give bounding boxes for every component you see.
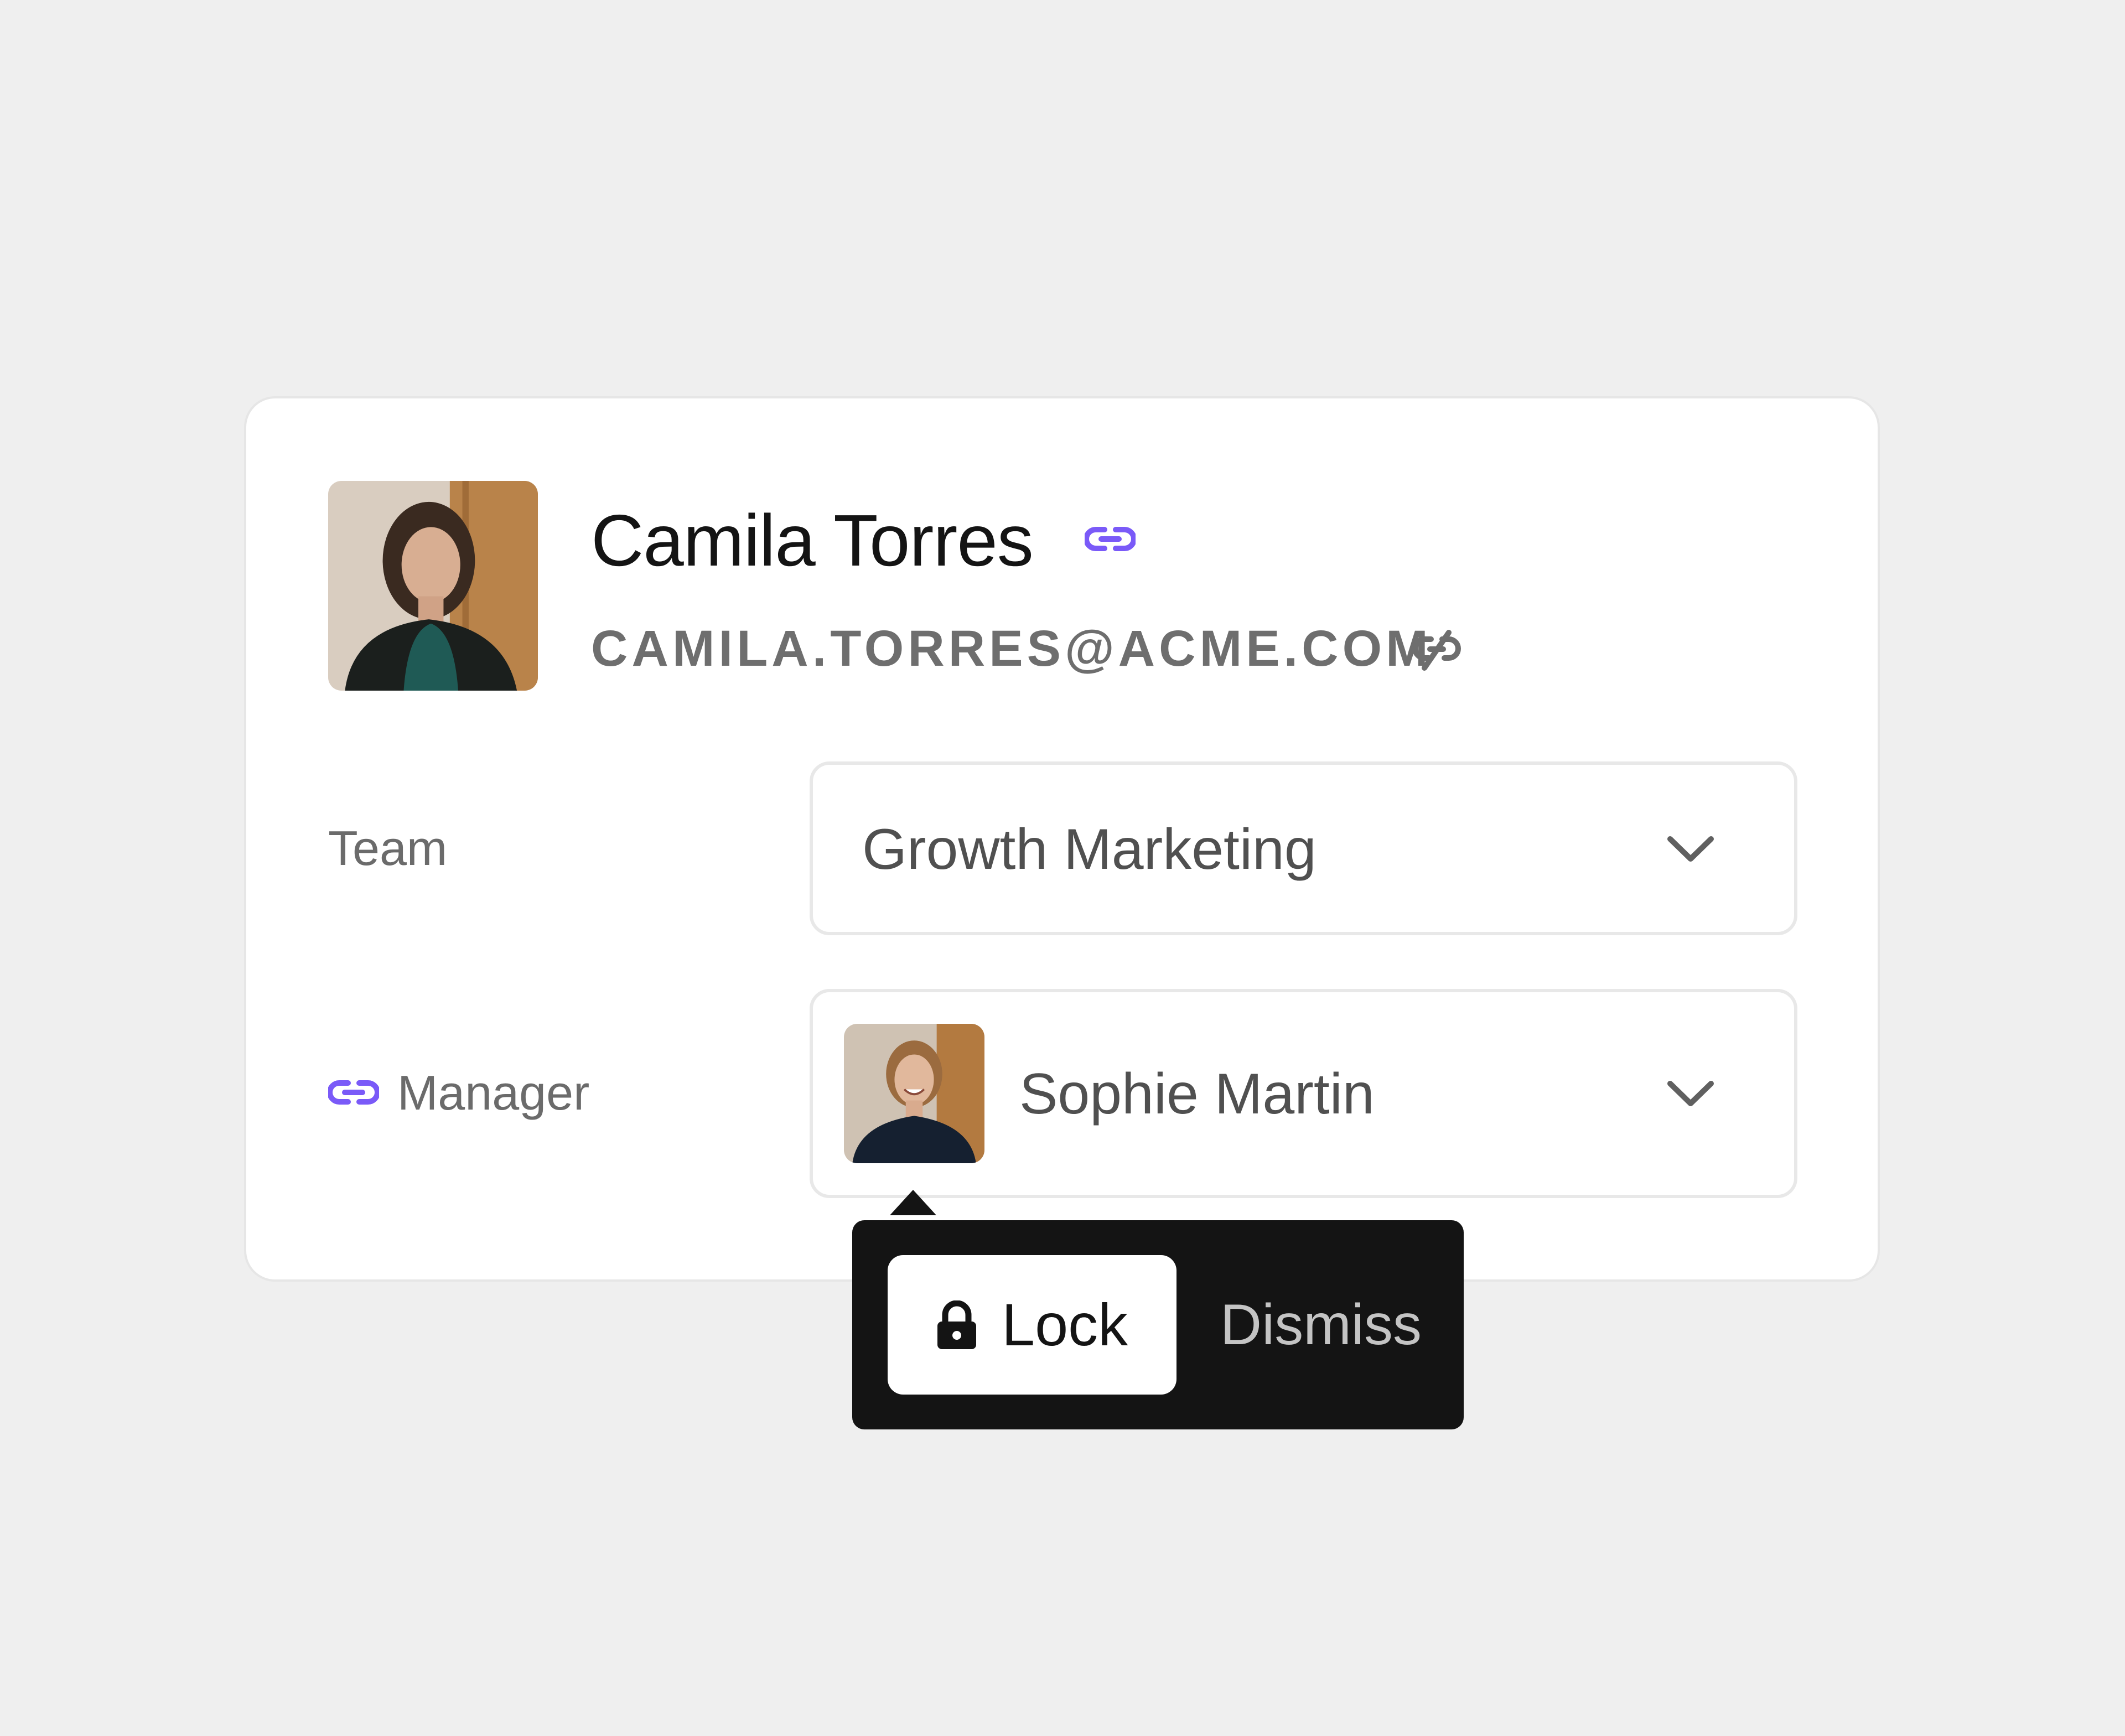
team-label: Team <box>328 821 448 875</box>
lock-icon <box>937 1300 976 1349</box>
user-avatar <box>328 481 538 691</box>
dismiss-button[interactable]: Dismiss <box>1220 1289 1422 1360</box>
user-name: Camila Torres <box>591 500 1034 581</box>
manager-select-value: Sophie Martin <box>1019 1062 1375 1126</box>
chevron-down-icon[interactable] <box>1667 1079 1714 1108</box>
manager-avatar <box>844 1024 984 1163</box>
popover-arrow <box>890 1190 936 1215</box>
link-icon[interactable] <box>1085 523 1136 555</box>
manager-label: Manager <box>397 1065 590 1120</box>
lock-button-label: Lock <box>1002 1291 1128 1358</box>
link-icon[interactable] <box>328 1076 379 1108</box>
team-select-value: Growth Marketing <box>862 817 1317 882</box>
link-broken-icon[interactable] <box>1411 628 1462 672</box>
user-email: CAMILA.TORRES@ACME.COM <box>591 620 1432 677</box>
chevron-down-icon[interactable] <box>1667 835 1714 863</box>
